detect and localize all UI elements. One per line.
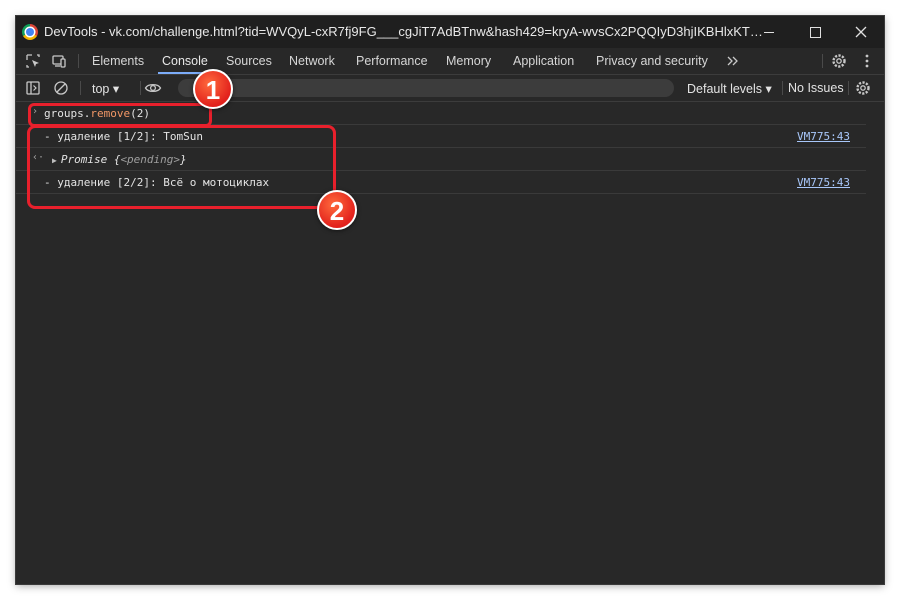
maximize-button[interactable] xyxy=(792,16,838,48)
chrome-logo-icon xyxy=(22,24,38,40)
annotation-badge-1: 1 xyxy=(193,69,233,109)
issues-button[interactable]: No Issues xyxy=(788,81,844,95)
console-settings-gear-icon[interactable] xyxy=(854,79,872,97)
console-toolbar: top ▾ Default levels ▾ No Issues xyxy=(16,75,884,102)
title-bar: DevTools - vk.com/challenge.html?tid=WVQ… xyxy=(16,16,884,48)
toolbar-separator xyxy=(782,81,783,95)
clear-console-icon[interactable] xyxy=(52,79,70,97)
tab-elements[interactable]: Elements xyxy=(92,54,144,68)
toolbar-separator xyxy=(848,81,849,95)
window-title: DevTools - vk.com/challenge.html?tid=WVQ… xyxy=(44,24,764,39)
log-levels-dropdown[interactable]: Default levels ▾ xyxy=(687,81,772,96)
annotation-box-1 xyxy=(28,103,212,127)
tab-performance[interactable]: Performance xyxy=(356,54,428,68)
toolbar-separator xyxy=(80,81,81,95)
devtools-tab-bar: Elements Console Sources Network Perform… xyxy=(16,48,884,75)
close-icon xyxy=(855,26,867,38)
maximize-icon xyxy=(809,26,821,38)
sidebar-toggle-icon[interactable] xyxy=(24,79,42,97)
tab-sources[interactable]: Sources xyxy=(226,54,272,68)
tab-separator xyxy=(78,54,79,68)
tab-application[interactable]: Application xyxy=(513,54,574,68)
annotation-box-2 xyxy=(27,125,336,209)
more-tabs-chevron-icon[interactable] xyxy=(724,52,742,70)
tab-network[interactable]: Network xyxy=(289,54,335,68)
minimize-button[interactable] xyxy=(746,16,792,48)
tab-console[interactable]: Console xyxy=(158,54,212,74)
tab-memory[interactable]: Memory xyxy=(446,54,491,68)
log-source-link[interactable]: VM775:43 xyxy=(797,130,850,143)
toolbar-separator xyxy=(140,81,141,95)
context-selector-label: top xyxy=(92,82,110,96)
devtools-window: DevTools - vk.com/challenge.html?tid=WVQ… xyxy=(16,16,884,584)
device-toolbar-icon[interactable] xyxy=(50,52,68,70)
tab-privacy-security[interactable]: Privacy and security xyxy=(596,54,708,68)
annotation-badge-2: 2 xyxy=(317,190,357,230)
close-button[interactable] xyxy=(838,16,884,48)
tab-separator xyxy=(822,54,823,68)
context-selector[interactable]: top ▾ xyxy=(92,81,119,96)
settings-gear-icon[interactable] xyxy=(830,52,848,70)
live-expression-eye-icon[interactable] xyxy=(144,79,162,97)
minimize-icon xyxy=(764,31,774,33)
log-source-link[interactable]: VM775:43 xyxy=(797,176,850,189)
inspect-element-icon[interactable] xyxy=(24,52,42,70)
filter-input[interactable] xyxy=(178,79,674,97)
log-levels-label: Default levels xyxy=(687,82,763,96)
more-options-icon[interactable] xyxy=(858,52,876,70)
